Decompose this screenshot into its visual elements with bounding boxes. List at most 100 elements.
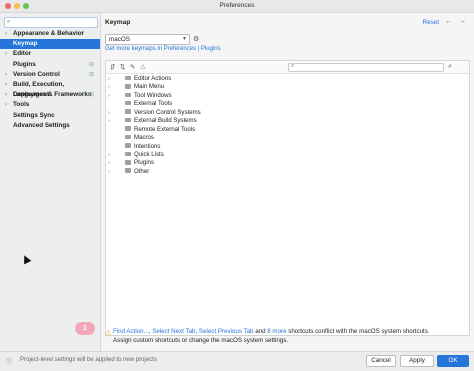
sidebar-item[interactable]: Keymap (0, 39, 100, 50)
conflict-link-select-next-tab[interactable]: Select Next Tab (152, 328, 195, 335)
sidebar-item-label: Editor (13, 50, 32, 58)
callout-badge: 1 (75, 322, 95, 335)
settings-sidebar: ⌕ › Appearance & Behavior Keymap › Editor Plu… (0, 13, 101, 351)
mouse-cursor (20, 253, 32, 265)
folder-icon (125, 117, 131, 123)
tree-row-label: Intentions (134, 142, 161, 150)
chevron-right-icon[interactable]: › (5, 90, 7, 100)
sidebar-item[interactable]: › Version Control ⊞ (0, 70, 100, 80)
warning-filter-icon[interactable]: ⚠ (140, 63, 146, 71)
keymap-panel: ⇵ ⇅ ✎ ⚠ ⌕ ⌕ › Editor Actions › Main Menu › To… (105, 60, 470, 336)
history-nav: ← → (445, 18, 466, 25)
dialog-footer: ⓘ Project-level settings will be applied… (0, 351, 474, 371)
tree-row[interactable]: › External Build Systems (106, 117, 469, 125)
chevron-right-icon[interactable]: › (5, 29, 7, 39)
find-by-shortcut-icon[interactable]: ⌕ (448, 63, 452, 71)
tree-row[interactable]: › Plugins (106, 159, 469, 167)
folder-icon (125, 109, 131, 114)
project-level-icon: ⊞ (88, 71, 94, 78)
page-title: Keymap (105, 19, 131, 26)
chevron-right-icon[interactable]: › (5, 49, 7, 59)
tree-row-label: External Tools (134, 100, 173, 108)
apply-button[interactable]: Apply (400, 355, 434, 367)
preferences-window: Preferences ⌕ › Appearance & Behavior Keym… (0, 0, 474, 371)
chevron-right-icon[interactable]: › (108, 109, 110, 117)
chevron-right-icon[interactable]: › (108, 83, 110, 91)
tree-row[interactable]: › Quick Lists (106, 151, 469, 159)
get-more-keymaps-link[interactable]: Get more keymaps in Preferences | Plugin… (105, 46, 221, 52)
sidebar-item[interactable]: Advanced Settings (0, 121, 100, 131)
tree-row-label: Quick Lists (134, 150, 164, 158)
tree-row[interactable]: › Main Menu (106, 83, 469, 91)
chevron-right-icon[interactable]: › (108, 75, 110, 83)
conflict-warning: ⚠ Find Action..., Select Next Tab, Selec… (101, 323, 474, 347)
folder-icon (125, 134, 131, 140)
tree-row[interactable]: Macros (106, 134, 469, 142)
tree-row-label: Main Menu (134, 83, 165, 91)
chevron-right-icon[interactable]: › (108, 92, 110, 100)
sidebar-item-label: Settings Sync (13, 111, 55, 119)
reset-link[interactable]: Reset (423, 19, 439, 26)
chevron-right-icon[interactable]: › (5, 100, 7, 110)
cancel-button[interactable]: Cancel (366, 355, 396, 367)
window-title: Preferences (219, 2, 255, 9)
chevron-right-icon[interactable]: › (108, 168, 110, 176)
sidebar-item[interactable]: › Build, Execution, Deployment (0, 80, 100, 98)
folder-icon (125, 143, 131, 148)
sidebar-item[interactable]: Plugins ⊞ (0, 60, 100, 70)
keymap-page: Keymap Reset ← → macOS ▼ ⚙ Get more keym… (101, 13, 474, 351)
chevron-right-icon[interactable]: › (108, 159, 110, 167)
tree-row-label: Editor Actions (134, 75, 172, 82)
tree-row-label: Other (134, 167, 150, 175)
conflict-link-select-previous-tab[interactable]: Select Previous Tab (199, 328, 254, 335)
folder-icon (125, 100, 131, 106)
gear-icon[interactable]: ⚙ (193, 35, 199, 43)
tree-row[interactable]: › Version Control Systems (106, 109, 469, 117)
info-icon: ⓘ (6, 360, 13, 366)
sidebar-item[interactable]: › Tools (0, 100, 100, 110)
conflict-link-more[interactable]: 8 more (267, 328, 286, 335)
sidebar-item-label: Advanced Settings (13, 121, 70, 129)
tree-row[interactable]: › Editor Actions (106, 75, 469, 83)
back-arrow-icon[interactable]: ← (445, 18, 452, 25)
sidebar-item[interactable]: Settings Sync (0, 111, 100, 121)
tree-row[interactable]: › Other (106, 168, 469, 176)
tree-row-label: External Build Systems (134, 117, 197, 125)
folder-icon (125, 92, 131, 98)
tree-row[interactable]: External Tools (106, 100, 469, 108)
conflict-link-find-action[interactable]: Find Action... (113, 328, 149, 335)
keymap-toolbar: ⇵ ⇅ ✎ ⚠ ⌕ ⌕ (106, 61, 469, 74)
project-level-icon: ⊞ (88, 92, 94, 99)
keymap-select[interactable]: macOS ▼ (105, 34, 190, 45)
folder-icon (125, 151, 131, 157)
collapse-all-icon[interactable]: ⇅ (120, 63, 125, 71)
actions-tree: › Editor Actions › Main Menu › Tool Windows Ex… (106, 75, 469, 176)
folder-icon (125, 168, 131, 173)
warning-icon: ⚠ (105, 330, 112, 337)
chevron-right-icon[interactable]: › (108, 117, 110, 125)
settings-search-input[interactable]: ⌕ (4, 17, 98, 28)
tree-row[interactable]: Intentions (106, 143, 469, 151)
sidebar-item-label: Version Control (13, 70, 60, 78)
forward-arrow-icon[interactable]: → (459, 18, 466, 25)
chevron-right-icon[interactable]: › (5, 70, 7, 80)
ok-button[interactable]: OK (437, 355, 469, 367)
sidebar-item[interactable]: › Appearance & Behavior (0, 29, 100, 39)
sidebar-item-label: Languages & Frameworks (13, 91, 92, 99)
folder-icon (125, 126, 131, 131)
edit-shortcut-icon[interactable]: ✎ (130, 63, 135, 71)
chevron-right-icon[interactable]: › (5, 80, 7, 90)
sidebar-item[interactable]: › Languages & Frameworks ⊞ (0, 90, 100, 100)
tree-row[interactable]: › Tool Windows (106, 92, 469, 100)
tree-row[interactable]: Remote External Tools (106, 126, 469, 134)
search-icon: ⌕ (7, 19, 11, 25)
chevron-down-icon: ▼ (182, 36, 187, 42)
sidebar-item[interactable]: › Editor (0, 49, 100, 59)
tree-row-label: Remote External Tools (134, 125, 196, 133)
chevron-right-icon[interactable]: › (108, 151, 110, 159)
folder-icon (125, 160, 131, 165)
action-filter-input[interactable]: ⌕ (288, 63, 444, 72)
keymap-select-value: macOS (109, 36, 130, 43)
warning-line-1: Find Action..., Select Next Tab, Select … (113, 328, 430, 335)
expand-all-icon[interactable]: ⇵ (110, 63, 115, 71)
